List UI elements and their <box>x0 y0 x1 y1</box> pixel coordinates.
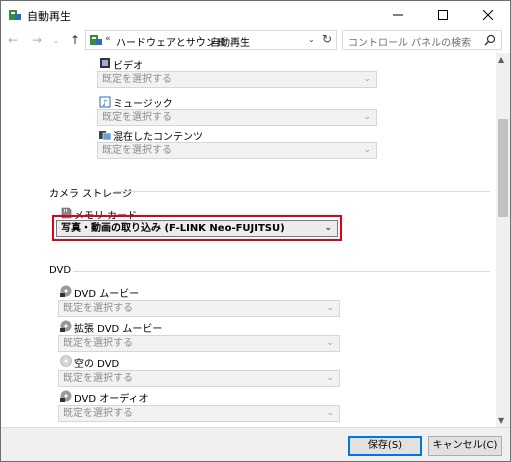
video-select[interactable]: 既定を選択する ⌄ <box>97 71 377 88</box>
cancel-button[interactable]: キャンセル(C) <box>428 436 502 456</box>
camera-storage-section-title: カメラ ストレージ <box>49 189 132 200</box>
scroll-up-arrow-icon[interactable]: ▲ <box>498 55 504 64</box>
music-icon: ♪ <box>99 96 111 108</box>
close-button[interactable] <box>465 1 510 29</box>
mixed-content-icon <box>99 131 111 141</box>
enhanced-dvd-movie-select[interactable]: 既定を選択する ⌄ <box>58 335 340 352</box>
maximize-icon <box>437 10 448 20</box>
blank-dvd-label: 空の DVD <box>74 359 120 370</box>
highlight-box <box>52 215 342 241</box>
music-label: ミュージック <box>113 99 173 110</box>
breadcrumb-autoplay[interactable]: 自動再生 <box>210 34 250 49</box>
chevron-down-icon: ⌄ <box>52 35 60 45</box>
mixed-content-label: 混在したコンテンツ <box>113 132 203 143</box>
enhanced-dvd-movie-label: 拡張 DVD ムービー <box>74 324 163 335</box>
dvd-movie-select-value: 既定を選択する <box>63 303 133 314</box>
svg-text:♪: ♪ <box>102 99 108 108</box>
dvd-icon <box>60 285 72 297</box>
recent-locations-button[interactable]: ⌄ <box>51 32 61 48</box>
music-select-value: 既定を選択する <box>102 112 172 123</box>
chevron-down-icon: ⌄ <box>326 408 334 418</box>
enhanced-dvd-movie-select-value: 既定を選択する <box>63 338 133 349</box>
mixed-content-select[interactable]: 既定を選択する ⌄ <box>97 142 377 159</box>
dvd-icon <box>60 320 72 332</box>
control-panel-icon <box>90 35 102 45</box>
mixed-content-select-value: 既定を選択する <box>102 145 172 156</box>
address-dropdown-icon[interactable]: ⌄ <box>308 35 315 44</box>
vertical-scrollbar[interactable]: ▲ ▼ <box>496 53 510 427</box>
blank-dvd-select[interactable]: 既定を選択する ⌄ <box>58 370 340 387</box>
chevron-down-icon: ⌄ <box>326 303 334 313</box>
dvd-audio-label: DVD オーディオ <box>74 394 149 405</box>
chevron-down-icon: ⌄ <box>363 74 371 84</box>
arrow-up-icon: ↑ <box>69 33 81 47</box>
dvd-movie-select[interactable]: 既定を選択する ⌄ <box>58 300 340 317</box>
chevron-down-icon: ⌄ <box>326 373 334 383</box>
save-button[interactable]: 保存(S) <box>348 436 422 456</box>
up-button[interactable]: ↑ <box>67 32 83 48</box>
back-button[interactable]: ← <box>5 32 21 48</box>
arrow-right-icon: → <box>31 33 43 47</box>
breadcrumb-separator[interactable]: › <box>198 33 202 44</box>
arrow-left-icon: ← <box>7 33 19 47</box>
autoplay-window: 自動再生 ← → ⌄ ↑ « ハードウェアとサウンド › 自動再生 ⌄ ↻ コン… <box>0 0 511 462</box>
video-label: ビデオ <box>113 61 143 72</box>
forward-button[interactable]: → <box>29 32 45 48</box>
control-panel-icon <box>9 10 21 20</box>
maximize-button[interactable] <box>420 1 465 29</box>
search-box[interactable]: コントロール パネルの検索 <box>342 30 502 50</box>
breadcrumb-overflow[interactable]: « <box>105 34 111 44</box>
dvd-audio-select-value: 既定を選択する <box>63 408 133 419</box>
music-select[interactable]: 既定を選択する ⌄ <box>97 109 377 126</box>
chevron-down-icon: ⌄ <box>363 112 371 122</box>
dvd-audio-select[interactable]: 既定を選択する ⌄ <box>58 405 340 422</box>
video-select-value: 既定を選択する <box>102 74 172 85</box>
autoplay-settings-panel: ビデオ 既定を選択する ⌄ ♪ ミュージック 既定を選択する ⌄ 混在したコンテ… <box>1 53 497 427</box>
close-icon <box>482 10 493 20</box>
search-icon[interactable] <box>484 34 496 46</box>
blank-dvd-select-value: 既定を選択する <box>63 373 133 384</box>
scrollbar-thumb[interactable] <box>498 119 508 217</box>
refresh-icon[interactable]: ↻ <box>322 32 332 46</box>
dvd-section-title: DVD <box>49 265 72 276</box>
dvd-icon <box>60 390 72 402</box>
minimize-button[interactable] <box>375 1 420 29</box>
title-bar: 自動再生 <box>1 1 510 29</box>
video-icon <box>100 58 110 68</box>
scroll-down-arrow-icon[interactable]: ▼ <box>498 416 504 425</box>
section-divider <box>115 191 490 192</box>
dialog-footer: 保存(S) キャンセル(C) <box>1 427 510 461</box>
section-divider <box>73 271 490 272</box>
dvd-movie-label: DVD ムービー <box>74 289 140 300</box>
search-input[interactable]: コントロール パネルの検索 <box>348 34 471 49</box>
chevron-down-icon: ⌄ <box>326 338 334 348</box>
navigation-bar: ← → ⌄ ↑ « ハードウェアとサウンド › 自動再生 ⌄ ↻ コントロール … <box>1 29 510 53</box>
window-title: 自動再生 <box>27 10 71 23</box>
blank-disc-icon <box>60 355 72 367</box>
address-bar[interactable]: « ハードウェアとサウンド › 自動再生 ⌄ ↻ <box>85 30 337 50</box>
chevron-down-icon: ⌄ <box>363 145 371 155</box>
minimize-icon <box>392 14 403 16</box>
